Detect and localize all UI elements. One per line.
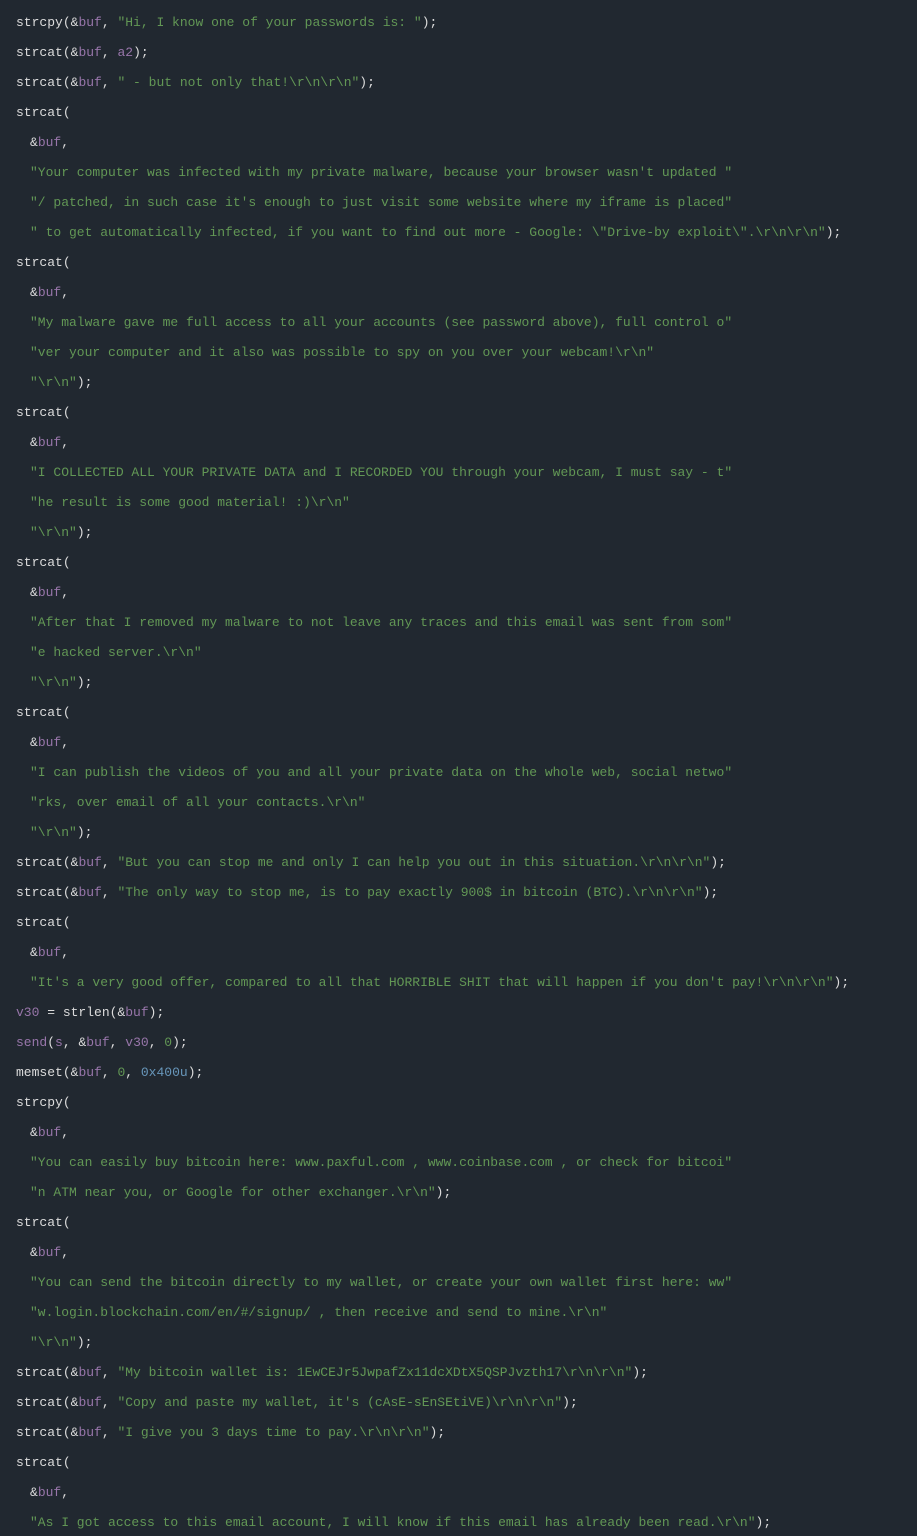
code-line: strcat( (16, 255, 917, 270)
code-line: "\r\n"); (16, 675, 917, 690)
code-line: "You can send the bitcoin directly to my… (16, 1275, 917, 1290)
code-line: "It's a very good offer, compared to all… (16, 975, 917, 990)
code-line: strcat( (16, 1455, 917, 1470)
code-line: strcpy(&buf, "Hi, I know one of your pas… (16, 15, 917, 30)
code-line: &buf, (16, 1125, 917, 1140)
string-literal: "Hi, I know one of your passwords is: " (117, 15, 421, 30)
code-line: strcat( (16, 705, 917, 720)
code-line: strcat(&buf, a2); (16, 45, 917, 60)
code-line: "\r\n"); (16, 825, 917, 840)
decompiled-code-block: strcpy( &buf, "Hi, I know one of your pas… (0, 0, 917, 1536)
code-line: &buf, (16, 435, 917, 450)
function-call: strcpy (16, 15, 63, 30)
code-line: strcat(&buf, "I give you 3 days time to … (16, 1425, 917, 1440)
code-line: "\r\n"); (16, 525, 917, 540)
code-line: "My malware gave me full access to all y… (16, 315, 917, 330)
code-line: strcat( (16, 915, 917, 930)
code-line: &buf, (16, 1485, 917, 1500)
code-line: v30 = strlen(&buf); (16, 1005, 917, 1020)
code-line: "\r\n"); (16, 1335, 917, 1350)
code-line: strcat( (16, 1215, 917, 1230)
code-line: send(s, &buf, v30, 0); (16, 1035, 917, 1050)
code-line: "You can easily buy bitcoin here: www.pa… (16, 1155, 917, 1170)
code-line: strcat( (16, 555, 917, 570)
code-line: strcat(&buf, "The only way to stop me, i… (16, 885, 917, 900)
code-line: strcpy( (16, 1095, 917, 1110)
code-line: "rks, over email of all your contacts.\r… (16, 795, 917, 810)
code-line: "After that I removed my malware to not … (16, 615, 917, 630)
code-line: "n ATM near you, or Google for other exc… (16, 1185, 917, 1200)
code-line: "As I got access to this email account, … (16, 1515, 917, 1530)
code-line: "I can publish the videos of you and all… (16, 765, 917, 780)
code-line: &buf, (16, 135, 917, 150)
code-line: "ver your computer and it also was possi… (16, 345, 917, 360)
code-line: &buf, (16, 1245, 917, 1260)
code-line: "he result is some good material! :)\r\n… (16, 495, 917, 510)
code-line: strcat( (16, 105, 917, 120)
code-line: &buf, (16, 945, 917, 960)
code-line: " to get automatically infected, if you … (16, 225, 917, 240)
code-line: strcat(&buf, " - but not only that!\r\n\… (16, 75, 917, 90)
code-line: &buf, (16, 585, 917, 600)
code-line: &buf, (16, 285, 917, 300)
code-line: strcat(&buf, "But you can stop me and on… (16, 855, 917, 870)
code-line: strcat(&buf, "My bitcoin wallet is: 1EwC… (16, 1365, 917, 1380)
code-line: strcat(&buf, "Copy and paste my wallet, … (16, 1395, 917, 1410)
code-line: "/ patched, in such case it's enough to … (16, 195, 917, 210)
code-line: "\r\n"); (16, 375, 917, 390)
code-line: "e hacked server.\r\n" (16, 645, 917, 660)
code-line: "w.login.blockchain.com/en/#/signup/ , t… (16, 1305, 917, 1320)
code-line: "Your computer was infected with my priv… (16, 165, 917, 180)
code-line: strcat( (16, 405, 917, 420)
code-line: &buf, (16, 735, 917, 750)
code-line: "I COLLECTED ALL YOUR PRIVATE DATA and I… (16, 465, 917, 480)
code-line: memset(&buf, 0, 0x400u); (16, 1065, 917, 1080)
